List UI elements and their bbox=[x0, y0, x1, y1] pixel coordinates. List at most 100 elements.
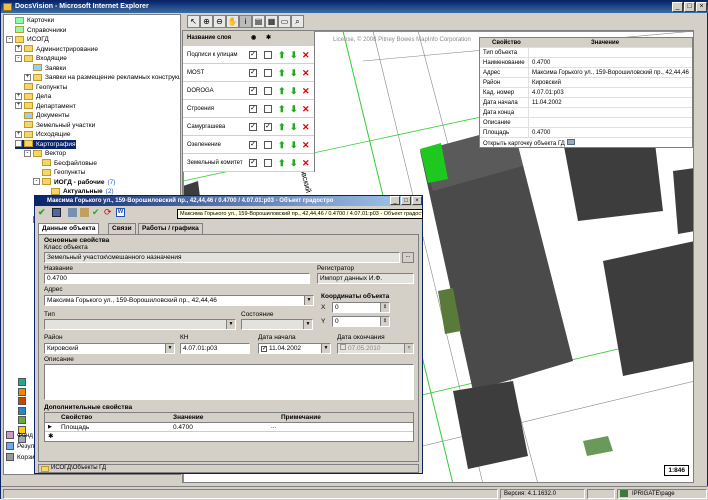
tree-item[interactable]: Заявки bbox=[24, 64, 66, 73]
type-select[interactable]: ▼ bbox=[44, 319, 236, 330]
property-row[interactable]: Адрес Максима Горького ул., 159-Ворошилов… bbox=[480, 68, 692, 78]
delete-icon[interactable]: ✕ bbox=[302, 86, 310, 96]
tree-item[interactable]: Геопункты bbox=[33, 168, 85, 177]
arrow-up-icon[interactable]: ⬆ bbox=[278, 140, 286, 150]
tree-item[interactable]: Бесфайловые bbox=[33, 159, 97, 168]
delete-icon[interactable]: ✕ bbox=[302, 122, 310, 132]
tree-item[interactable]: - Вектор bbox=[24, 149, 66, 158]
tree-item[interactable] bbox=[18, 378, 29, 387]
property-row[interactable]: Дата начала 11.04.2002 bbox=[480, 98, 692, 108]
layer-visible-checkbox[interactable]: ✓ bbox=[249, 105, 257, 113]
layer-row[interactable]: MOST ✓ ⬆ ⬇ ✕ bbox=[183, 64, 314, 82]
delete-icon[interactable]: ✕ bbox=[302, 68, 310, 78]
expand-icon[interactable]: + bbox=[24, 73, 31, 81]
new-row[interactable]: ✱ bbox=[45, 432, 413, 441]
arrow-up-icon[interactable]: ⬆ bbox=[278, 50, 286, 60]
property-row[interactable]: Район Кировский bbox=[480, 78, 692, 88]
dialog-close-button[interactable]: × bbox=[412, 196, 422, 205]
property-row[interactable]: Описание bbox=[480, 118, 692, 128]
start-date-checkbox[interactable]: ✓ bbox=[261, 346, 267, 352]
collapse-icon[interactable]: - bbox=[15, 140, 22, 148]
tree-item[interactable]: + Администрирование bbox=[15, 45, 98, 54]
collapse-icon[interactable]: - bbox=[6, 35, 13, 43]
zoom-in-icon[interactable]: ⊕ bbox=[200, 15, 213, 28]
apply-icon[interactable]: ✔ bbox=[92, 207, 100, 218]
layer-visible-checkbox[interactable]: ✓ bbox=[249, 123, 257, 131]
layer-select-checkbox[interactable] bbox=[264, 87, 272, 95]
tree-item[interactable]: - Входящие bbox=[15, 54, 67, 63]
end-date-picker[interactable]: 07.05.2010 ▼ bbox=[337, 343, 414, 354]
pan-hand-icon[interactable]: ✋ bbox=[226, 15, 239, 28]
arrow-up-icon[interactable]: ⬆ bbox=[278, 158, 286, 168]
card-view-icon[interactable] bbox=[68, 208, 77, 217]
tab-works[interactable]: Работы / графика bbox=[138, 223, 203, 234]
zoom-out-icon[interactable]: ⊖ bbox=[213, 15, 226, 28]
property-row[interactable]: Тип объекта bbox=[480, 48, 692, 58]
arrow-down-icon[interactable]: ⬇ bbox=[290, 86, 298, 96]
start-date-picker[interactable]: ✓ 11.04.2002 ▼ bbox=[258, 343, 331, 354]
layer-row[interactable]: Земельный комитет ✓ ⬆ ⬇ ✕ bbox=[183, 154, 314, 172]
description-textarea[interactable] bbox=[44, 364, 414, 400]
tree-item[interactable]: + Дела bbox=[15, 92, 51, 101]
layer-select-checkbox[interactable] bbox=[264, 141, 272, 149]
tree-item[interactable]: Резул bbox=[6, 442, 34, 451]
arrow-down-icon[interactable]: ⬇ bbox=[290, 68, 298, 78]
kn-field[interactable]: 4.07.01:р03 bbox=[180, 343, 250, 354]
tree-item[interactable]: Геопункты bbox=[15, 83, 67, 92]
open-card-link[interactable]: Открыть карточку объекта ГД bbox=[483, 139, 575, 147]
layer-row[interactable]: Подписи к улицам ✓ ⬆ ⬇ ✕ bbox=[183, 46, 314, 64]
layer-select-checkbox[interactable] bbox=[264, 69, 272, 77]
tree-item[interactable] bbox=[18, 387, 29, 397]
collapse-icon[interactable]: - bbox=[24, 149, 31, 157]
y-spinner-icon[interactable]: ⇕ bbox=[380, 317, 389, 326]
layer-select-checkbox[interactable]: ✓ bbox=[264, 123, 272, 131]
property-row[interactable]: Дата конца bbox=[480, 108, 692, 118]
tree-item[interactable]: - ИСОГД bbox=[6, 35, 49, 44]
y-input[interactable]: 0 ⇕ bbox=[332, 316, 390, 327]
info-icon[interactable]: i bbox=[239, 15, 252, 28]
attach-icon[interactable] bbox=[80, 208, 89, 217]
layer-select-checkbox[interactable] bbox=[264, 159, 272, 167]
layer-row[interactable]: Строения ✓ ⬆ ⬇ ✕ bbox=[183, 100, 314, 118]
tree-item[interactable]: Корзи bbox=[6, 453, 35, 462]
expand-icon[interactable]: + bbox=[15, 92, 22, 100]
layer-visible-checkbox[interactable]: ✓ bbox=[249, 87, 257, 95]
layer-visible-checkbox[interactable]: ✓ bbox=[249, 141, 257, 149]
tree-item[interactable]: Справочники bbox=[6, 26, 66, 35]
x-spinner-icon[interactable]: ⇕ bbox=[380, 303, 389, 312]
table-row[interactable]: ▶ Площадь 0.4700 ... bbox=[45, 423, 413, 432]
arrow-tool-icon[interactable]: ↖ bbox=[187, 15, 200, 28]
tree-item[interactable] bbox=[18, 416, 29, 425]
tree-item[interactable] bbox=[18, 406, 29, 416]
state-select[interactable]: ▼ bbox=[241, 319, 313, 330]
tree-item[interactable] bbox=[18, 397, 29, 406]
grid-browse-button[interactable]: ... bbox=[271, 423, 276, 432]
name-field[interactable]: 0.4700 bbox=[44, 273, 310, 284]
tree-item[interactable]: + Исходящие bbox=[15, 130, 70, 139]
arrow-up-icon[interactable]: ⬆ bbox=[278, 104, 286, 114]
layers-icon[interactable]: ▤ bbox=[252, 15, 265, 28]
district-select[interactable]: Кировский ▼ bbox=[44, 343, 175, 354]
collapse-icon[interactable]: - bbox=[15, 54, 22, 62]
tab-object-data[interactable]: Данные объекта bbox=[38, 223, 100, 234]
arrow-up-icon[interactable]: ⬆ bbox=[278, 86, 286, 96]
maximize-button[interactable]: □ bbox=[684, 2, 695, 12]
arrow-down-icon[interactable]: ⬇ bbox=[290, 104, 298, 114]
property-row[interactable]: Кад. номер 4.07.01:р03 bbox=[480, 88, 692, 98]
tree-item[interactable]: Документы bbox=[15, 111, 70, 120]
word-icon[interactable]: W bbox=[116, 208, 125, 217]
arrow-up-icon[interactable]: ⬆ bbox=[278, 68, 286, 78]
collapse-icon[interactable]: - bbox=[33, 178, 40, 186]
delete-icon[interactable]: ✕ bbox=[302, 104, 310, 114]
arrow-down-icon[interactable]: ⬇ bbox=[290, 140, 298, 150]
delete-icon[interactable]: ✕ bbox=[302, 140, 310, 150]
save-icon[interactable] bbox=[52, 208, 61, 217]
layer-row[interactable]: DOROGA ✓ ⬆ ⬇ ✕ bbox=[183, 82, 314, 100]
delete-icon[interactable]: ✕ bbox=[302, 158, 310, 168]
print-icon[interactable]: ▭ bbox=[278, 15, 291, 28]
property-row[interactable]: Наименование 0.4700 bbox=[480, 58, 692, 68]
tab-links[interactable]: Связи bbox=[108, 223, 136, 234]
dialog-maximize-button[interactable]: □ bbox=[401, 196, 411, 205]
arrow-up-icon[interactable]: ⬆ bbox=[278, 122, 286, 132]
dialog-minimize-button[interactable]: _ bbox=[390, 196, 400, 205]
